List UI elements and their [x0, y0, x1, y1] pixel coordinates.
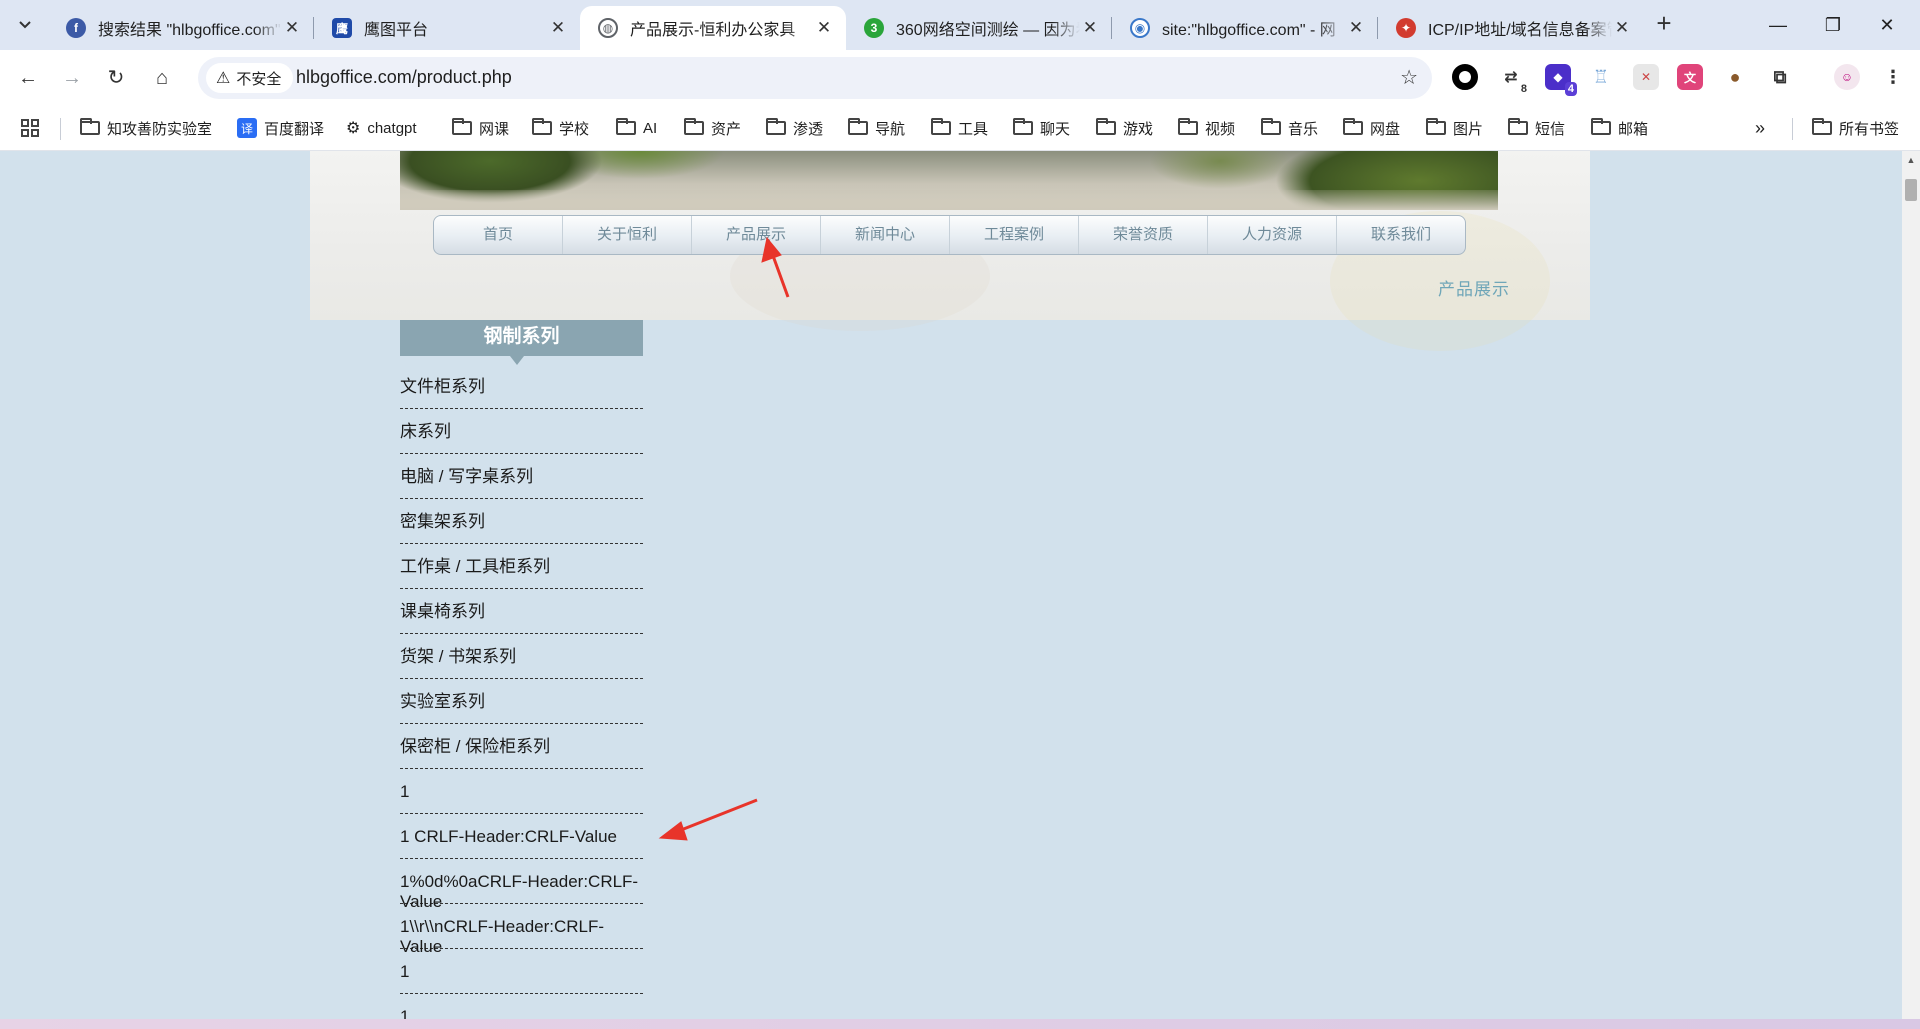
bookmark-folder[interactable]: 导航: [848, 116, 905, 140]
hunter-icon: 鹰: [332, 18, 352, 38]
folder-icon: [684, 118, 704, 135]
bookmark-separator: [60, 118, 61, 140]
bookmark-folder[interactable]: AI: [616, 116, 657, 140]
profile-avatar[interactable]: ☺: [1834, 64, 1860, 90]
extension-translate-icon[interactable]: ⇄ 8: [1498, 64, 1530, 96]
page-scrollbar[interactable]: ▲: [1902, 151, 1920, 1019]
restore-button[interactable]: ❐: [1810, 8, 1856, 42]
bookmark-folder[interactable]: 聊天: [1013, 116, 1070, 140]
extension-trophy-icon[interactable]: ♖: [1588, 64, 1614, 90]
close-icon[interactable]: ✕: [1346, 18, 1366, 38]
bookmarks-overflow-icon[interactable]: »: [1755, 116, 1765, 140]
folder-icon: [848, 118, 868, 135]
bookmark-folder[interactable]: 音乐: [1261, 116, 1318, 140]
close-icon[interactable]: ✕: [548, 18, 568, 38]
annotation-arrows: [658, 236, 790, 841]
tab-product-active[interactable]: ◍ 产品展示-恒利办公家具 ✕: [580, 6, 846, 50]
chatgpt-icon: ⚙: [346, 120, 361, 137]
chevron-down-icon[interactable]: [8, 9, 42, 41]
bookmark-folder[interactable]: 图片: [1426, 116, 1483, 140]
home-icon[interactable]: ⌂: [146, 62, 178, 94]
close-icon[interactable]: ✕: [1612, 18, 1632, 38]
extension-translate-pink-icon[interactable]: 文: [1677, 64, 1703, 90]
tab-strip: f 搜索结果 "hlbgoffice.com" ✕ 鹰 鹰图平台 ✕ ◍ 产品展…: [0, 0, 1920, 50]
tab-site-search[interactable]: ◉ site:"hlbgoffice.com" - 网 ✕: [1112, 6, 1378, 50]
forward-icon[interactable]: →: [56, 62, 88, 94]
close-icon[interactable]: ✕: [282, 18, 302, 38]
bookmark-folder[interactable]: 网课: [452, 116, 509, 140]
page-viewport: 首页 关于恒利 产品展示 新闻中心 工程案例 荣誉资质 人力资源 联系我们 产品…: [0, 151, 1902, 1019]
annotation-arrow-crlf: [675, 798, 758, 834]
bookmark-folder[interactable]: 学校: [532, 116, 589, 140]
folder-icon: [532, 118, 552, 135]
folder-icon: [1343, 118, 1363, 135]
folder-icon: [80, 118, 100, 135]
extension-circle-icon[interactable]: [1452, 64, 1478, 90]
bookmarks-bar: 知攻善防实验室 译百度翻译 ⚙ chatgpt 网课 学校 AI 资产 渗透 导航…: [0, 106, 1920, 151]
globe-icon: ◍: [598, 18, 618, 38]
extension-x-icon[interactable]: ✕: [1633, 64, 1659, 90]
folder-icon: [1178, 118, 1198, 135]
search-result-icon: f: [66, 18, 86, 38]
extension-shield-icon[interactable]: ◆ 4: [1545, 64, 1577, 96]
bottom-strip: [0, 1019, 1920, 1029]
address-bar[interactable]: ⚠ 不安全 hlbgoffice.com/product.php ☆: [198, 57, 1432, 99]
security-chip[interactable]: ⚠ 不安全: [206, 63, 294, 93]
extension-cookie-icon[interactable]: ●: [1722, 64, 1748, 90]
bookmark-folder[interactable]: 资产: [684, 116, 741, 140]
scroll-thumb[interactable]: [1905, 179, 1917, 201]
folder-icon: [1096, 118, 1116, 135]
bookmark-baidu-fanyi[interactable]: 译百度翻译: [237, 116, 324, 140]
folder-icon: [1426, 118, 1446, 135]
close-icon[interactable]: ✕: [814, 18, 834, 38]
scroll-up-icon[interactable]: ▲: [1902, 151, 1920, 169]
bookmark-folder[interactable]: 短信: [1508, 116, 1565, 140]
bookmark-separator: [1792, 118, 1793, 140]
bookmark-folder[interactable]: 网盘: [1343, 116, 1400, 140]
annotation-arrowhead-nav: [761, 236, 782, 263]
bookmark-folder[interactable]: 邮箱: [1591, 116, 1648, 140]
folder-icon: [1591, 118, 1611, 135]
folder-icon: [452, 118, 472, 135]
url-text[interactable]: hlbgoffice.com/product.php: [296, 67, 512, 88]
folder-icon: [1812, 118, 1832, 135]
all-bookmarks-folder[interactable]: 所有书签: [1812, 116, 1899, 140]
bookmark-chatgpt[interactable]: ⚙ chatgpt: [346, 116, 417, 140]
apps-grid-icon[interactable]: [20, 116, 40, 140]
minimize-button[interactable]: —: [1755, 8, 1801, 42]
folder-icon: [1508, 118, 1528, 135]
folder-icon: [616, 118, 636, 135]
extensions-puzzle-icon[interactable]: ⧉: [1767, 64, 1793, 90]
tab-hunter[interactable]: 鹰 鹰图平台 ✕: [314, 6, 580, 50]
bookmark-folder[interactable]: 渗透: [766, 116, 823, 140]
bookmark-folder[interactable]: 工具: [931, 116, 988, 140]
bookmark-folder[interactable]: 视频: [1178, 116, 1235, 140]
folder-icon: [1261, 118, 1281, 135]
tab-search-result[interactable]: f 搜索结果 "hlbgoffice.com" ✕: [48, 6, 314, 50]
folder-icon: [931, 118, 951, 135]
reload-icon[interactable]: ↻: [100, 62, 132, 94]
eye-icon: ◉: [1130, 18, 1150, 38]
close-window-button[interactable]: ✕: [1864, 8, 1910, 42]
bookmark-folder[interactable]: 知攻善防实验室: [80, 116, 212, 140]
browser-toolbar: ← → ↻ ⌂ ⚠ 不安全 hlbgoffice.com/product.php…: [0, 50, 1920, 106]
back-icon[interactable]: ←: [12, 62, 44, 94]
tab-360-quake[interactable]: 3 360网络空间测绘 — 因为看见 ✕: [846, 6, 1112, 50]
warning-icon: ⚠: [216, 70, 231, 87]
folder-icon: [766, 118, 786, 135]
folder-icon: [1013, 118, 1033, 135]
icp-icon: ✦: [1396, 18, 1416, 38]
annotation-arrowhead-crlf: [658, 821, 688, 841]
bookmark-folder[interactable]: 游戏: [1096, 116, 1153, 140]
quake-360-icon: 3: [864, 18, 884, 38]
annotation-arrow-nav: [770, 252, 790, 298]
menu-kebab-icon[interactable]: ⋮: [1880, 64, 1906, 90]
star-bookmark-icon[interactable]: ☆: [1400, 65, 1418, 90]
new-tab-button[interactable]: +: [1650, 10, 1678, 38]
close-icon[interactable]: ✕: [1080, 18, 1100, 38]
tab-icp[interactable]: ✦ ICP/IP地址/域名信息备案管理 ✕: [1378, 6, 1644, 50]
baidu-translate-icon: 译: [237, 118, 257, 138]
